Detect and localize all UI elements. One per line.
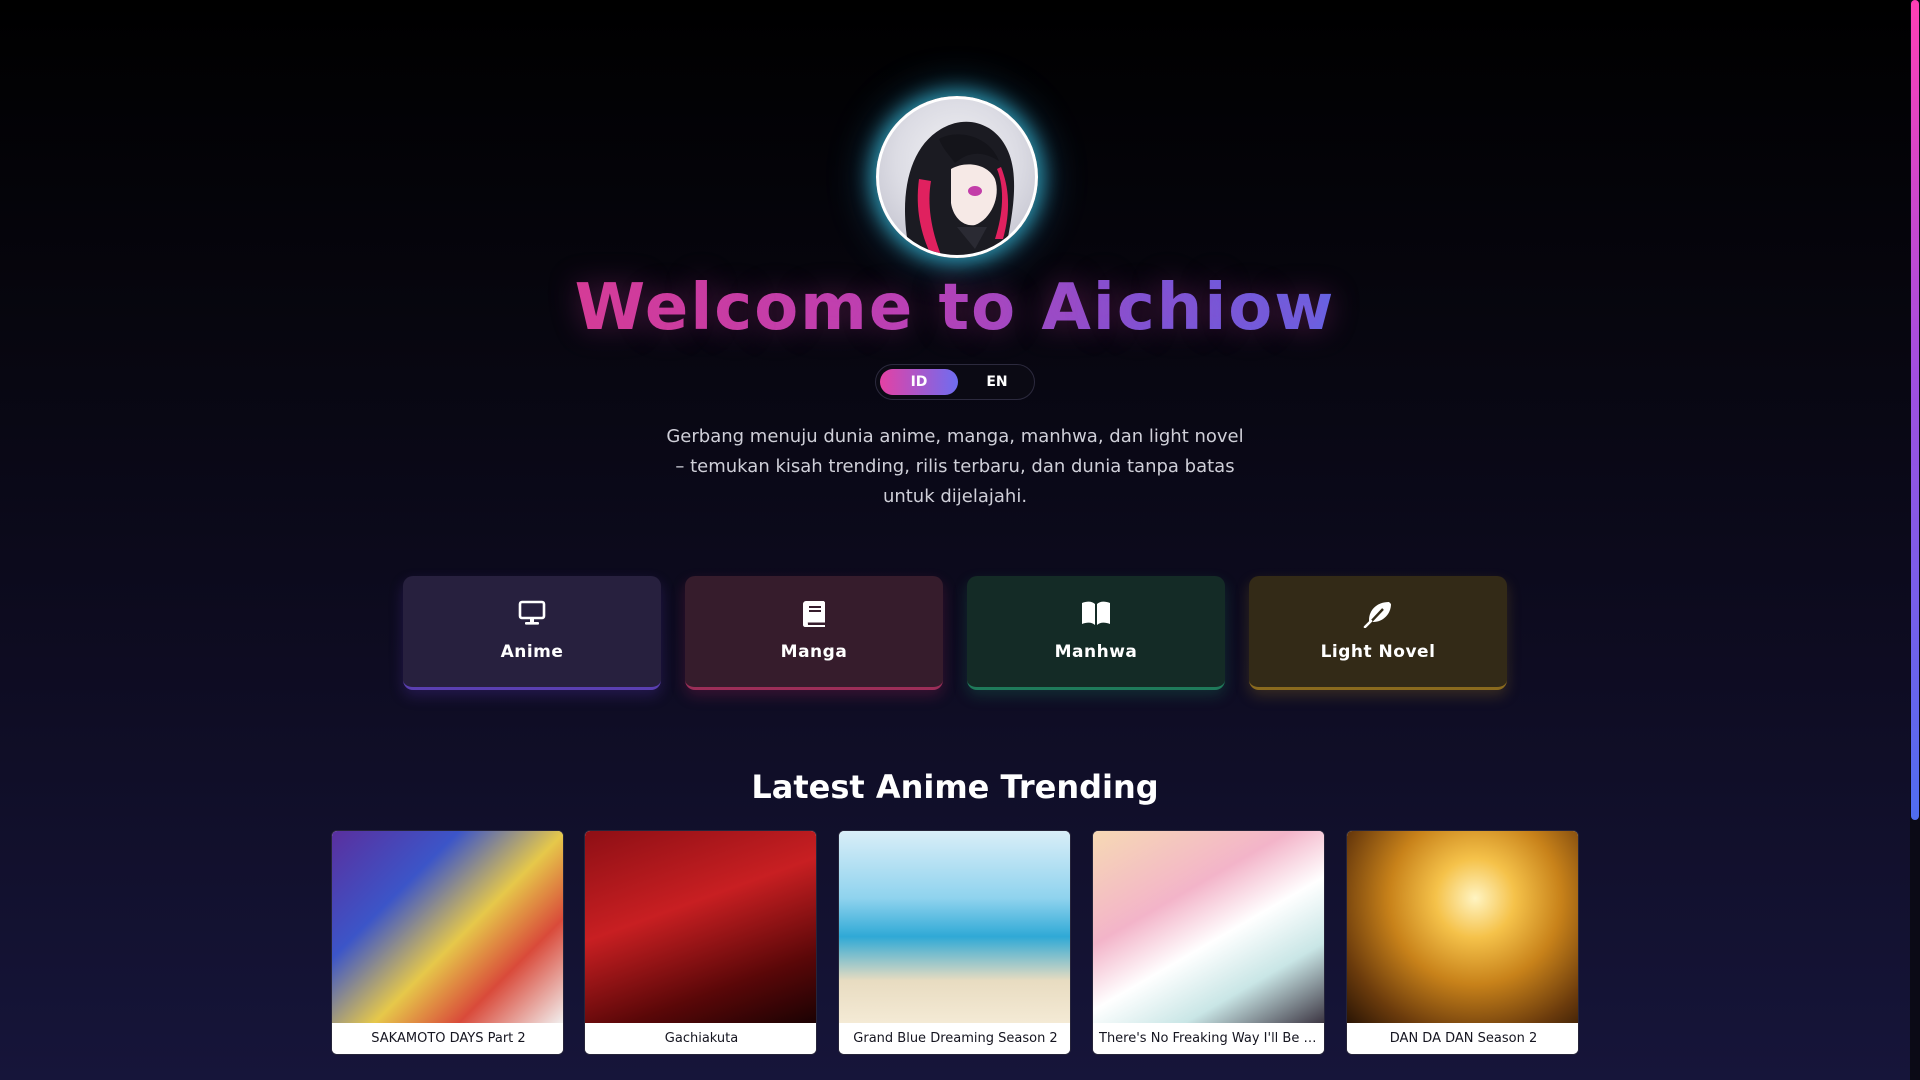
anime-card[interactable]: There's No Freaking Way I'll Be Yo... xyxy=(1092,830,1325,1055)
anime-card-title: Grand Blue Dreaming Season 2 xyxy=(839,1023,1070,1054)
scrollbar-thumb[interactable] xyxy=(1911,0,1919,820)
category-anime[interactable]: Anime xyxy=(403,576,661,690)
anime-card[interactable]: Gachiakuta xyxy=(584,830,817,1055)
anime-cover-image xyxy=(332,831,563,1023)
book-icon xyxy=(685,600,943,628)
category-label: Anime xyxy=(500,642,564,662)
lang-option-en[interactable]: EN xyxy=(958,369,1036,395)
anime-card[interactable]: SAKAMOTO DAYS Part 2 xyxy=(331,830,564,1055)
trending-section-title: Latest Anime Trending xyxy=(751,768,1159,806)
category-label: Light Novel xyxy=(1320,642,1436,662)
anime-cover-image xyxy=(1093,831,1324,1023)
anime-card-title: SAKAMOTO DAYS Part 2 xyxy=(332,1023,563,1054)
category-manga[interactable]: Manga xyxy=(685,576,943,690)
language-toggle[interactable]: ID EN xyxy=(875,364,1035,400)
category-manhwa[interactable]: Manhwa xyxy=(967,576,1225,690)
page: Welcome to Aichiow ID EN Gerbang menuju … xyxy=(0,0,1920,1080)
lang-option-id[interactable]: ID xyxy=(880,369,958,395)
category-grid: Anime Manga Manhwa Light Novel xyxy=(403,576,1507,692)
feather-icon xyxy=(1249,600,1507,629)
main-content: Welcome to Aichiow ID EN Gerbang menuju … xyxy=(0,0,1910,1080)
category-light-novel[interactable]: Light Novel xyxy=(1249,576,1507,690)
tv-icon xyxy=(403,600,661,628)
anime-cover-image xyxy=(585,831,816,1023)
tagline: Gerbang menuju dunia anime, manga, manhw… xyxy=(666,426,1244,507)
anime-card-title: Gachiakuta xyxy=(585,1023,816,1054)
anime-card-title: DAN DA DAN Season 2 xyxy=(1347,1023,1578,1054)
anime-cover-image xyxy=(1347,831,1578,1023)
category-label: Manhwa xyxy=(1054,642,1138,662)
welcome-title: Welcome to Aichiow xyxy=(574,271,1336,345)
anime-card[interactable]: Grand Blue Dreaming Season 2 xyxy=(838,830,1071,1055)
category-label: Manga xyxy=(780,642,848,662)
anime-card[interactable]: DAN DA DAN Season 2 xyxy=(1346,830,1579,1055)
avatar-portrait-icon xyxy=(904,121,1015,255)
avatar xyxy=(876,96,1038,258)
open-book-icon xyxy=(967,600,1225,628)
trending-cards: SAKAMOTO DAYS Part 2 Gachiakuta Grand Bl… xyxy=(331,830,1579,1055)
scrollbar[interactable] xyxy=(1910,0,1920,1080)
anime-card-title: There's No Freaking Way I'll Be Yo... xyxy=(1093,1023,1324,1054)
anime-cover-image xyxy=(839,831,1070,1023)
